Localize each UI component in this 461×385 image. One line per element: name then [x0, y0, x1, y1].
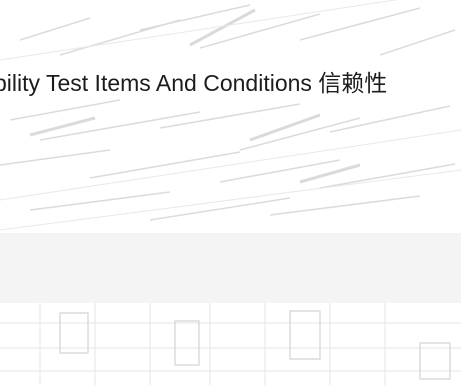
- grid-texture: [0, 303, 461, 385]
- gray-band: [0, 233, 461, 303]
- page-title: bility Test Items And Conditions 信赖性: [0, 70, 388, 96]
- banner-image: bility Test Items And Conditions 信赖性: [0, 0, 461, 385]
